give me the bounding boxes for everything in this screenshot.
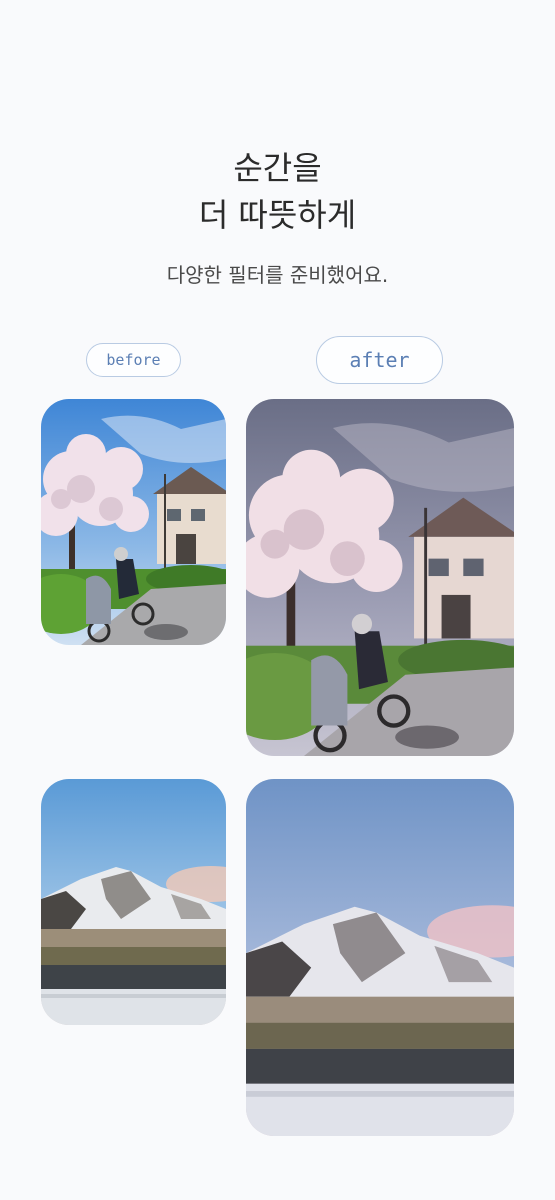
after-photo-cherry-blossom <box>246 399 514 756</box>
before-photo-cherry-blossom <box>41 399 226 645</box>
before-photo-snowy-mountain <box>41 779 226 1025</box>
subtitle: 다양한 필터를 준비했어요. <box>166 263 389 287</box>
headline-line-1: 순간을 <box>233 149 322 187</box>
headline: 순간을 더 따뜻하게 <box>0 145 555 239</box>
before-label: before <box>86 343 181 377</box>
headline-line-2: 더 따뜻하게 <box>198 196 357 234</box>
after-label: after <box>316 336 443 384</box>
after-photo-snowy-mountain <box>246 779 514 1136</box>
